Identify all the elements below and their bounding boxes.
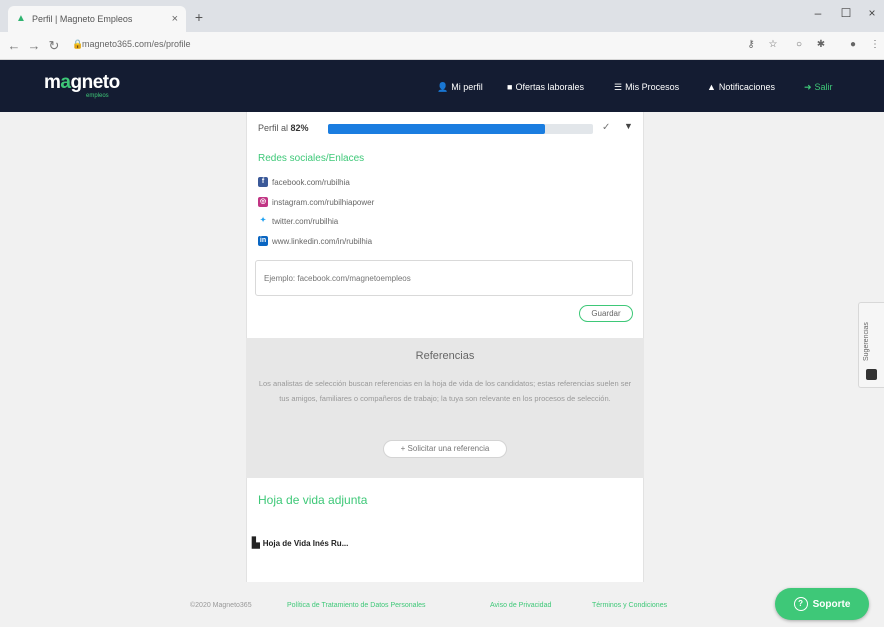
- key-icon[interactable]: ⚷: [744, 39, 758, 50]
- social-links-title: Redes sociales/Enlaces: [258, 153, 365, 164]
- facebook-icon: f: [258, 177, 268, 187]
- browser-menu-icon[interactable]: ⋮: [868, 39, 882, 50]
- references-description: Los analistas de selección buscan refere…: [258, 379, 632, 403]
- cv-section-title: Hoja de vida adjunta: [258, 493, 368, 507]
- social-item-instagram[interactable]: ◎ instagram.com/rubilhiapower: [258, 197, 374, 207]
- references-title: Referencias: [415, 350, 475, 362]
- site-header: magneto empleos 👤 Mi perfil ■ Ofertas labo…: [0, 60, 884, 112]
- suggestions-tab[interactable]: Sugerencias: [858, 302, 884, 388]
- footer-copyright: ©2020 Magneto365: [190, 602, 252, 609]
- social-item-linkedin[interactable]: in www.linkedin.com/in/rubilhia: [258, 236, 372, 246]
- document-icon: ▙: [252, 538, 260, 549]
- nav-ofertas-laborales[interactable]: ■ Ofertas laborales: [507, 82, 584, 92]
- instagram-icon: ◎: [258, 197, 268, 207]
- nav-mis-procesos[interactable]: ☰ Mis Procesos: [614, 82, 679, 93]
- magneto-logo[interactable]: magneto: [44, 72, 120, 94]
- twitter-icon: ✦: [260, 217, 266, 224]
- nav-notificaciones[interactable]: ▲ Notificaciones: [707, 82, 775, 92]
- caret-down-icon[interactable]: ▼: [624, 121, 633, 131]
- save-button[interactable]: Guardar: [579, 305, 633, 322]
- browser-tab-bar: ▲ Perfil | Magneto Empleos × + – ☐ ×: [0, 0, 884, 32]
- social-item-facebook[interactable]: f facebook.com/rubilhia: [258, 177, 350, 187]
- site-favicon-icon: ▲: [16, 13, 26, 24]
- minimize-window-button[interactable]: –: [808, 6, 828, 20]
- footer-link-terms[interactable]: Términos y Condiciones: [592, 602, 667, 609]
- social-link-input[interactable]: [255, 260, 633, 296]
- reload-icon[interactable]: ↻: [46, 38, 62, 54]
- browser-tab[interactable]: ▲ Perfil | Magneto Empleos ×: [8, 6, 186, 32]
- bell-icon: ▲: [707, 82, 716, 92]
- list-icon: ☰: [614, 82, 623, 92]
- cv-file-link[interactable]: ▙ Hoja de Vida Inés Ru...: [252, 538, 348, 549]
- chat-icon: [866, 369, 877, 380]
- profile-progress: Perfil al 82% ✓ ▼: [256, 121, 640, 137]
- maximize-window-button[interactable]: ☐: [836, 6, 856, 20]
- nav-mi-perfil[interactable]: 👤 Mi perfil: [437, 82, 483, 93]
- linkedin-icon: in: [258, 236, 268, 246]
- tab-title: Perfil | Magneto Empleos: [32, 14, 133, 24]
- person-icon: 👤: [437, 82, 449, 92]
- logo-subtitle: empleos: [86, 93, 109, 99]
- puzzle-icon[interactable]: ✱: [814, 39, 828, 50]
- back-arrow-icon[interactable]: ←: [6, 38, 22, 54]
- bookmark-star-icon[interactable]: ☆: [766, 39, 780, 50]
- social-item-twitter[interactable]: ✦ twitter.com/rubilhia: [258, 216, 338, 226]
- references-section: Referencias Los analistas de selección b…: [246, 338, 644, 478]
- footer-link-data-policy[interactable]: Política de Tratamiento de Datos Persona…: [287, 602, 426, 609]
- extension-icon[interactable]: ○: [792, 39, 806, 50]
- support-button[interactable]: ? Soporte: [775, 588, 869, 620]
- exit-icon: ➜: [804, 82, 812, 92]
- close-window-button[interactable]: ×: [862, 6, 882, 20]
- tab-close-icon[interactable]: ×: [172, 13, 178, 25]
- progress-bar: [328, 124, 593, 134]
- help-icon: ?: [793, 597, 808, 611]
- progress-bar-fill: [328, 124, 546, 134]
- forward-arrow-icon[interactable]: →: [26, 38, 42, 54]
- url-field[interactable]: magneto365.com/es/profile: [82, 39, 191, 49]
- avatar-icon[interactable]: ●: [846, 39, 860, 50]
- check-icon: ✓: [602, 122, 611, 133]
- footer-link-privacy[interactable]: Aviso de Privacidad: [490, 602, 551, 609]
- browser-address-bar: ← → ↻ 🔒 magneto365.com/es/profile ⚷ ☆ ○ …: [0, 32, 884, 60]
- suggestions-label: Sugerencias: [863, 322, 870, 361]
- progress-label: Perfil al 82%: [258, 123, 309, 133]
- nav-salir[interactable]: ➜ Salir: [804, 82, 833, 93]
- site-footer: ©2020 Magneto365 Política de Tratamiento…: [0, 594, 884, 618]
- new-tab-button[interactable]: +: [190, 8, 208, 26]
- request-reference-button[interactable]: + Solicitar una referencia: [383, 440, 507, 458]
- briefcase-icon: ■: [507, 82, 513, 92]
